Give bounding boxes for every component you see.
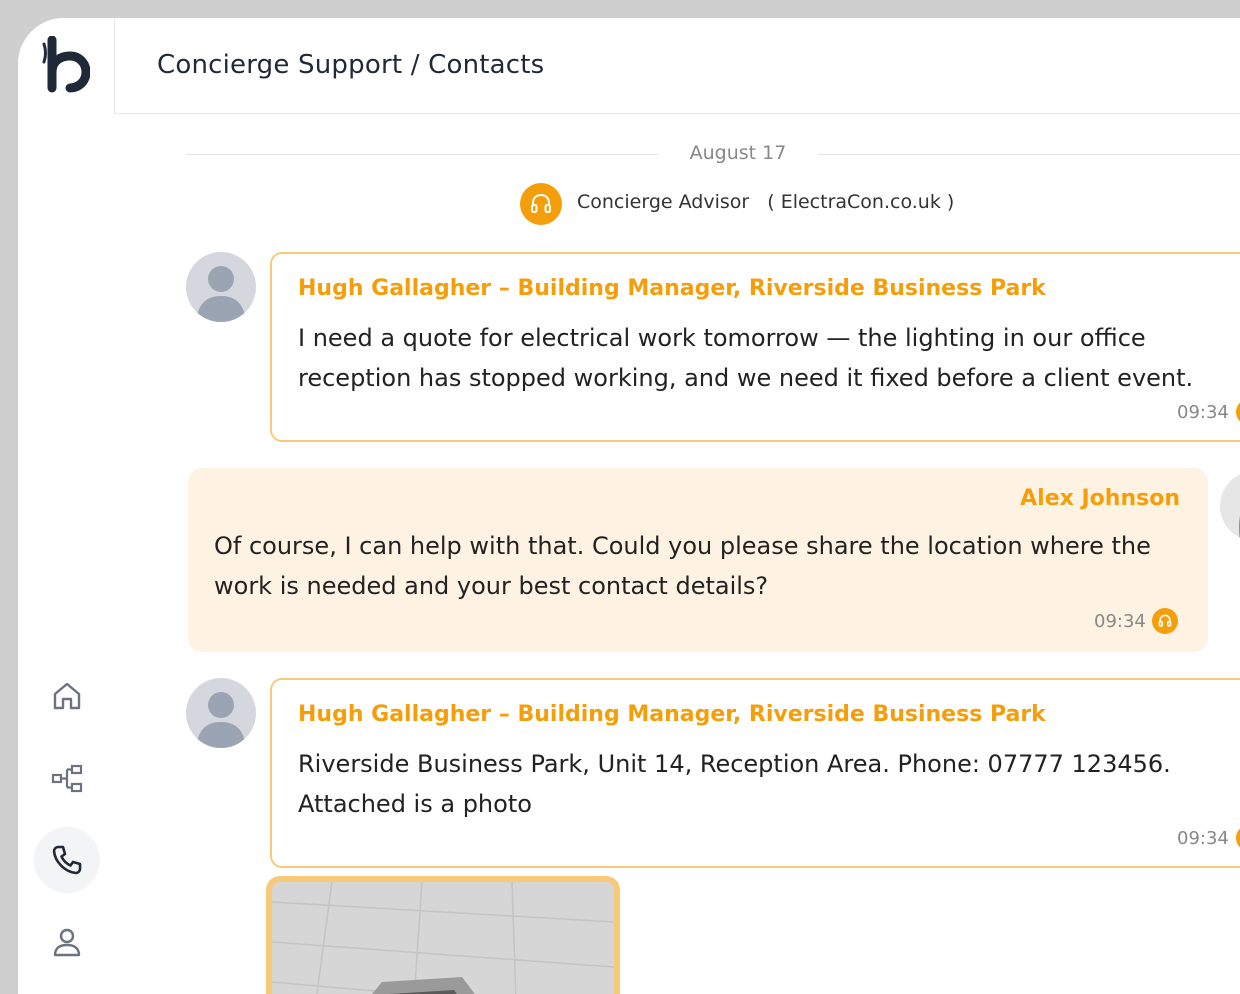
message-time: 09:34 xyxy=(1177,828,1229,849)
sidebar-item-home[interactable] xyxy=(34,663,100,729)
message-line: work is needed and your best contact det… xyxy=(214,572,769,600)
message-line: I need a quote for electrical work tomor… xyxy=(298,324,1146,352)
avatar xyxy=(186,252,256,322)
message-incoming: Hugh Gallagher – Building Manager, River… xyxy=(270,678,1240,868)
sidebar-item-hierarchy[interactable] xyxy=(34,745,100,811)
person-icon xyxy=(196,266,246,322)
date-divider-left xyxy=(186,154,658,155)
logo-icon xyxy=(42,36,90,93)
message-sender: Hugh Gallagher – Building Manager, River… xyxy=(298,702,1046,727)
agent-avatar xyxy=(1220,471,1240,541)
message-sender: Hugh Gallagher – Building Manager, River… xyxy=(298,276,1046,301)
message-line: Riverside Business Park, Unit 14, Recept… xyxy=(298,750,1171,778)
sidebar-item-calls[interactable] xyxy=(34,827,100,893)
headset-icon xyxy=(520,183,562,225)
app-screen: Concierge Support / Contacts August 17 C… xyxy=(18,18,1240,994)
user-icon xyxy=(53,928,81,957)
phone-icon xyxy=(52,845,82,875)
ceiling-photo xyxy=(272,882,614,994)
date-divider-right xyxy=(818,154,1240,155)
advisor-company: ( ElectraCon.co.uk ) xyxy=(767,191,955,213)
hierarchy-icon xyxy=(51,764,83,793)
headset-icon xyxy=(1236,825,1240,851)
photo-attachment[interactable] xyxy=(266,876,620,994)
message-line: Attached is a photo xyxy=(298,790,532,818)
advisor-info: Concierge Advisor ( ElectraCon.co.uk ) xyxy=(577,191,954,213)
sidebar-item-profile[interactable] xyxy=(34,909,100,975)
sidebar xyxy=(18,18,114,994)
message-time: 09:34 xyxy=(1094,611,1146,632)
page-title: Concierge Support / Contacts xyxy=(157,50,545,80)
message-sender: Alex Johnson xyxy=(1020,486,1180,511)
message-time: 09:34 xyxy=(1177,402,1229,423)
person-icon xyxy=(196,692,246,748)
avatar xyxy=(186,678,256,748)
home-icon xyxy=(53,682,81,710)
message-outgoing: Alex Johnson Of course, I can help with … xyxy=(188,468,1208,652)
date-label: August 17 xyxy=(689,142,787,164)
message-incoming: Hugh Gallagher – Building Manager, River… xyxy=(270,252,1240,442)
headset-icon xyxy=(1152,608,1178,634)
advisor-label: Concierge Advisor xyxy=(577,191,750,213)
message-body: Riverside Business Park, Unit 14, Recept… xyxy=(298,744,1171,824)
message-body: I need a quote for electrical work tomor… xyxy=(298,318,1193,398)
message-body: Of course, I can help with that. Could y… xyxy=(214,526,1151,606)
message-line: reception has stopped working, and we ne… xyxy=(298,364,1194,392)
page-header: Concierge Support / Contacts xyxy=(114,18,1240,114)
message-line: Of course, I can help with that. Could y… xyxy=(214,532,1151,560)
device-frame: Concierge Support / Contacts August 17 C… xyxy=(0,0,1240,994)
headset-icon xyxy=(1236,399,1240,425)
